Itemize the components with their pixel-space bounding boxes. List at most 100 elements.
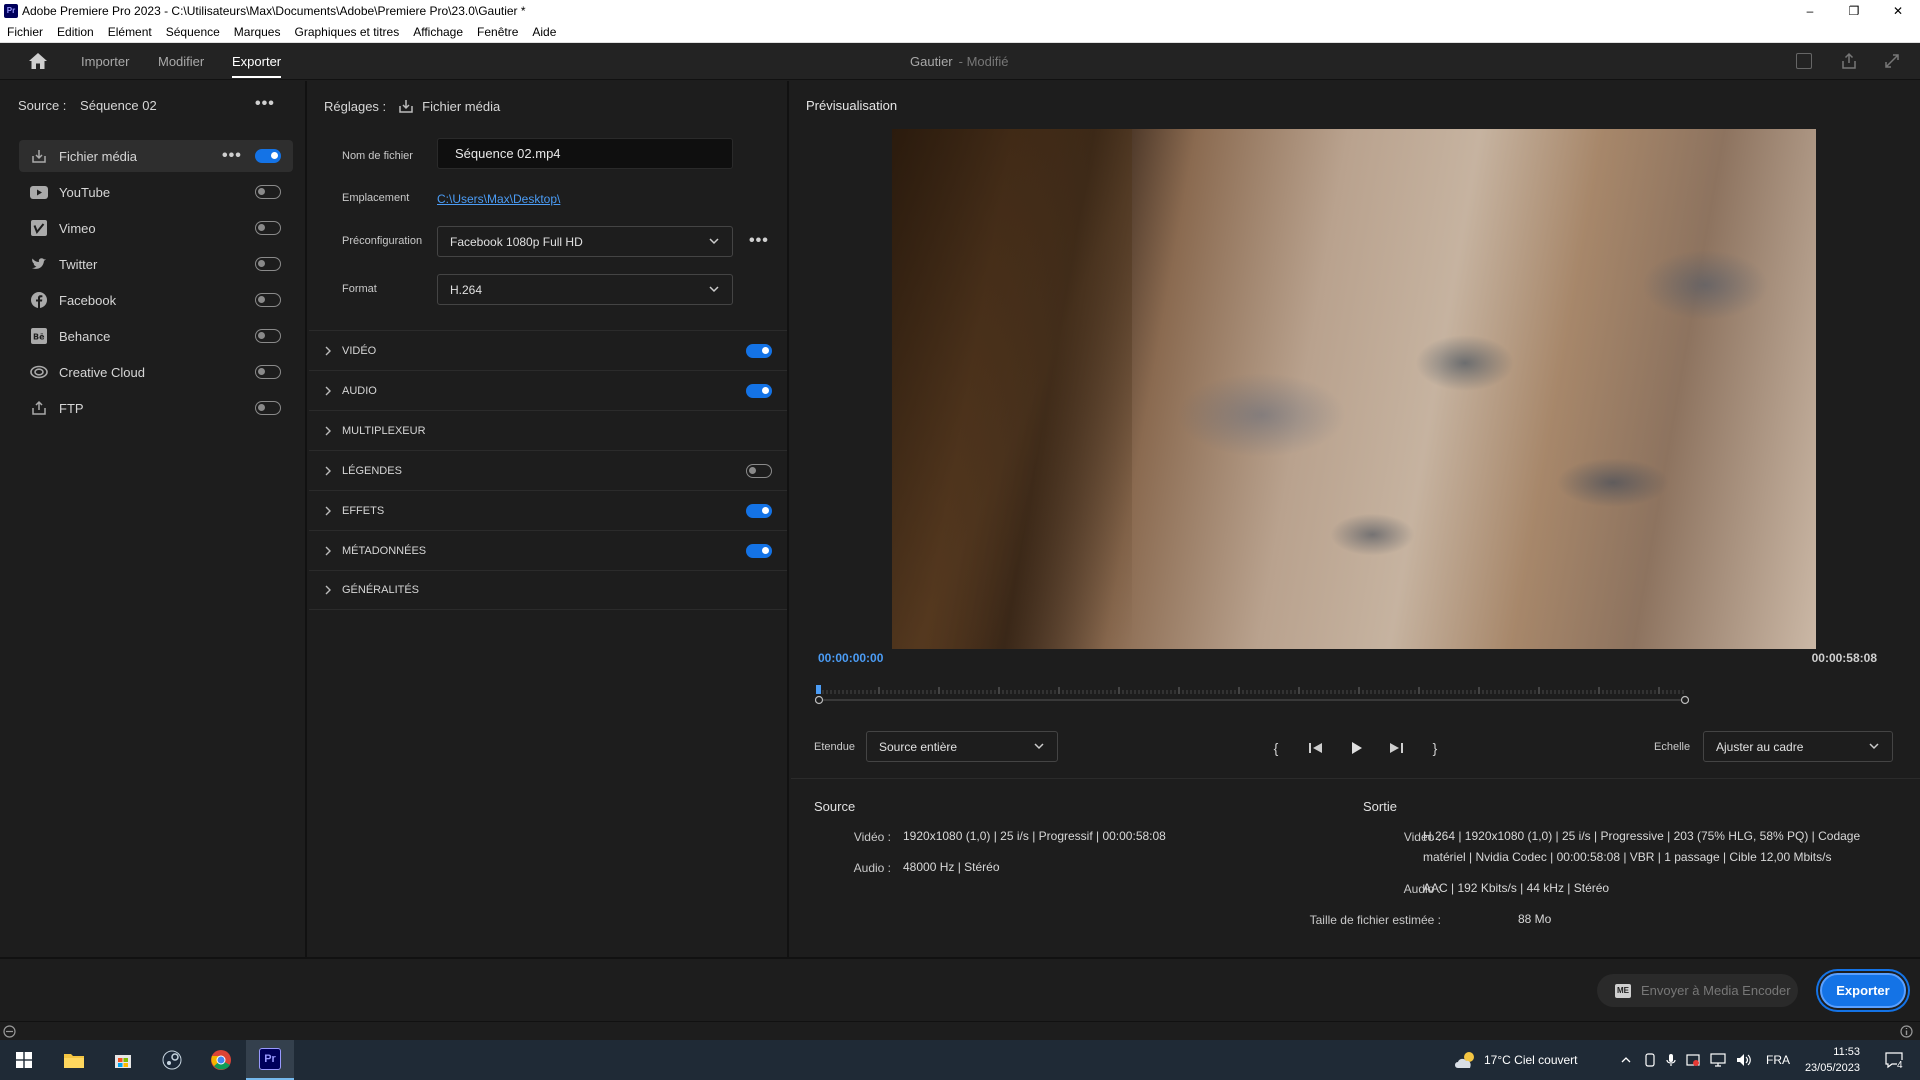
output-audio-info: AAC | 192 Kbits/s | 44 kHz | Stéréo <box>1423 881 1610 895</box>
step-back-icon[interactable] <box>1306 738 1326 758</box>
restore-icon[interactable]: ❐ <box>1832 0 1876 21</box>
mark-out-icon[interactable]: } <box>1425 738 1445 758</box>
project-state: - Modifié <box>958 54 1009 69</box>
section-multiplexeur[interactable]: MULTIPLEXEUR <box>309 410 787 450</box>
export-button[interactable]: Exporter <box>1820 973 1906 1008</box>
chevron-right-icon <box>325 386 331 395</box>
toggle-video[interactable] <box>746 344 772 358</box>
app-header: Importer Modifier Exporter Gautier - Mod… <box>0 43 1920 80</box>
range-label: Etendue <box>814 741 855 753</box>
step-forward-icon[interactable] <box>1386 738 1406 758</box>
destination-creative-cloud[interactable]: Creative Cloud <box>19 356 293 388</box>
tray-app-icon[interactable] <box>1644 1053 1656 1067</box>
toggle-metadonnees[interactable] <box>746 544 772 558</box>
filename-input[interactable]: Séquence 02.mp4 <box>437 138 733 169</box>
source-more-icon[interactable]: ••• <box>255 95 275 113</box>
network-icon[interactable] <box>1710 1053 1726 1067</box>
premiere-taskbar-icon[interactable]: Pr <box>246 1040 294 1080</box>
destination-fichier-media[interactable]: Fichier média <box>19 140 293 172</box>
preset-select[interactable]: Facebook 1080p Full HD <box>437 226 733 257</box>
chrome-icon[interactable] <box>197 1040 245 1080</box>
home-icon[interactable] <box>28 52 48 70</box>
destination-twitter[interactable]: Twitter <box>19 248 293 280</box>
destination-vimeo[interactable]: Vimeo <box>19 212 293 244</box>
destination-label: Facebook <box>59 292 117 308</box>
menu-edition[interactable]: Edition <box>50 25 101 39</box>
chevron-up-icon[interactable] <box>1620 1054 1632 1066</box>
toggle-twitter[interactable] <box>255 257 281 271</box>
menu-fichier[interactable]: Fichier <box>0 25 50 39</box>
section-name: GÉNÉRALITÉS <box>342 584 420 596</box>
location-link[interactable]: C:\Users\Max\Desktop\ <box>437 192 560 206</box>
file-explorer-icon[interactable] <box>50 1040 98 1080</box>
destination-label: Fichier média <box>59 148 138 164</box>
scale-select[interactable]: Ajuster au cadre <box>1703 731 1893 762</box>
timeline-scrubber[interactable] <box>815 681 1689 705</box>
windows-start-icon[interactable] <box>0 1040 48 1080</box>
menu-element[interactable]: Elément <box>101 25 159 39</box>
destination-ftp[interactable]: FTP <box>19 392 293 424</box>
toggle-facebook[interactable] <box>255 293 281 307</box>
menu-affichage[interactable]: Affichage <box>406 25 470 39</box>
section-video[interactable]: VIDÉO <box>309 330 787 370</box>
tab-exporter[interactable]: Exporter <box>232 43 282 80</box>
volume-icon[interactable] <box>1736 1053 1752 1067</box>
destination-facebook[interactable]: Facebook <box>19 284 293 316</box>
settings-target: Fichier média <box>422 98 501 114</box>
range-select[interactable]: Source entière <box>866 731 1058 762</box>
fullscreen-icon[interactable] <box>1883 52 1901 70</box>
timeline-ticks <box>818 687 1684 694</box>
toggle-audio[interactable] <box>746 384 772 398</box>
format-select[interactable]: H.264 <box>437 274 733 305</box>
tab-modifier[interactable]: Modifier <box>158 43 204 80</box>
chevron-right-icon <box>325 585 331 595</box>
preset-more-icon[interactable]: ••• <box>749 232 769 250</box>
close-icon[interactable]: ✕ <box>1876 0 1920 21</box>
menu-graphiques[interactable]: Graphiques et titres <box>287 25 406 39</box>
microphone-icon[interactable] <box>1666 1053 1676 1067</box>
toggle-ftp[interactable] <box>255 401 281 415</box>
notifications-icon[interactable]: 4 <box>1870 1040 1918 1080</box>
info-icon[interactable] <box>1900 1025 1913 1038</box>
destination-more-icon[interactable]: ••• <box>222 147 242 165</box>
tab-importer[interactable]: Importer <box>81 43 129 80</box>
menu-sequence[interactable]: Séquence <box>159 25 227 39</box>
toggle-creative-cloud[interactable] <box>255 365 281 379</box>
play-icon[interactable] <box>1346 738 1366 758</box>
toggle-fichier-media[interactable] <box>255 149 281 163</box>
language-indicator[interactable]: FRA <box>1766 1053 1790 1067</box>
send-to-media-encoder-button[interactable]: ME Envoyer à Media Encoder <box>1597 974 1798 1007</box>
toggle-youtube[interactable] <box>255 185 281 199</box>
menu-fenetre[interactable]: Fenêtre <box>470 25 525 39</box>
source-row: Source : Séquence 02 <box>18 98 157 113</box>
file-size-value: 88 Mo <box>1518 912 1552 926</box>
section-generalites[interactable]: GÉNÉRALITÉS <box>309 570 787 610</box>
destination-behance[interactable]: Bē Behance <box>19 320 293 352</box>
section-name: AUDIO <box>342 384 377 397</box>
scale-label: Echelle <box>1654 741 1691 753</box>
section-effets[interactable]: EFFETS <box>309 490 787 530</box>
toggle-behance[interactable] <box>255 329 281 343</box>
microsoft-store-icon[interactable] <box>99 1040 147 1080</box>
preset-value: Facebook 1080p Full HD <box>450 234 583 249</box>
minimize-icon[interactable]: – <box>1788 0 1832 21</box>
weather-widget[interactable]: 17°C Ciel couvert <box>1454 1040 1578 1080</box>
timecode-start[interactable]: 00:00:00:00 <box>818 651 883 665</box>
render-status-icon[interactable] <box>3 1025 16 1038</box>
menu-marques[interactable]: Marques <box>227 25 288 39</box>
section-legendes[interactable]: LÉGENDES <box>309 450 787 490</box>
share-icon[interactable] <box>1840 52 1858 70</box>
section-metadonnees[interactable]: MÉTADONNÉES <box>309 530 787 570</box>
section-audio[interactable]: AUDIO <box>309 370 787 410</box>
toggle-vimeo[interactable] <box>255 221 281 235</box>
toggle-effets[interactable] <box>746 504 772 518</box>
destination-label: Behance <box>59 328 111 344</box>
mark-in-icon[interactable]: { <box>1266 738 1286 758</box>
security-icon[interactable] <box>1686 1053 1700 1067</box>
destination-youtube[interactable]: YouTube <box>19 176 293 208</box>
toggle-legendes[interactable] <box>746 464 772 478</box>
menu-aide[interactable]: Aide <box>525 25 563 39</box>
workspace-icon[interactable] <box>1796 53 1812 69</box>
clock[interactable]: 11:53 23/05/2023 <box>1800 1040 1860 1080</box>
steam-icon[interactable] <box>148 1040 196 1080</box>
